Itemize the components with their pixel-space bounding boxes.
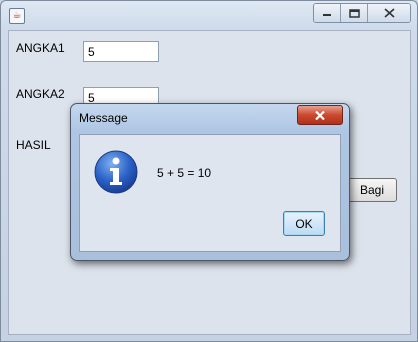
hasil-label: HASIL	[16, 138, 51, 152]
window-controls	[313, 3, 411, 23]
message-dialog: Message 5 + 5 = 10 OK	[70, 103, 350, 261]
title-bar[interactable]: ☕	[1, 1, 417, 29]
dialog-body: 5 + 5 = 10 OK	[79, 134, 341, 252]
angka1-label: ANGKA1	[16, 41, 65, 55]
minimize-button[interactable]	[314, 4, 341, 22]
dialog-close-button[interactable]	[297, 105, 343, 125]
info-icon	[94, 150, 138, 194]
angka1-input[interactable]: 5	[83, 41, 159, 62]
maximize-icon	[348, 8, 360, 18]
angka2-label: ANGKA2	[16, 87, 65, 101]
minimize-icon	[323, 14, 331, 16]
close-icon	[383, 8, 395, 18]
close-button[interactable]	[368, 4, 410, 22]
close-icon	[315, 110, 325, 120]
java-icon[interactable]: ☕	[9, 8, 25, 24]
ok-button[interactable]: OK	[283, 211, 325, 236]
maximize-button[interactable]	[341, 4, 368, 22]
dialog-title: Message	[79, 111, 128, 125]
dialog-message: 5 + 5 = 10	[157, 166, 212, 180]
bagi-button[interactable]: Bagi	[347, 178, 397, 202]
